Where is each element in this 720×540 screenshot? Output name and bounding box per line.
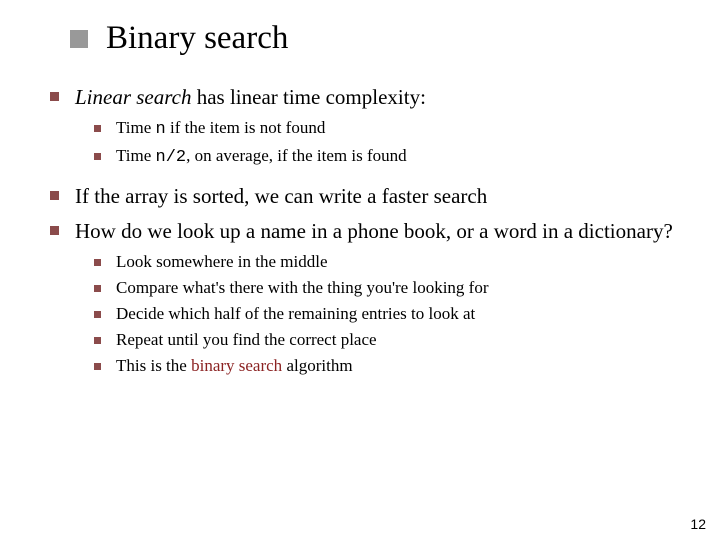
bullet-text: If the array is sorted, we can write a f… bbox=[75, 182, 680, 210]
bullet-text: How do we look up a name in a phone book… bbox=[75, 217, 680, 245]
list-item: Time n/2, on average, if the item is fou… bbox=[94, 145, 680, 170]
text: Time bbox=[116, 146, 156, 165]
sub-list: Look somewhere in the middle Compare wha… bbox=[94, 251, 680, 378]
square-bullet-icon bbox=[50, 92, 59, 101]
text: algorithm bbox=[282, 356, 352, 375]
italic-text: Linear search bbox=[75, 85, 191, 109]
slide-title-row: Binary search bbox=[70, 20, 680, 57]
bullet-text: Time n/2, on average, if the item is fou… bbox=[116, 145, 680, 170]
square-bullet-icon bbox=[94, 285, 101, 292]
square-bullet-icon bbox=[50, 226, 59, 235]
list-item: This is the binary search algorithm bbox=[94, 355, 680, 378]
bullet-text: Compare what's there with the thing you'… bbox=[116, 277, 680, 300]
bullet-text: This is the binary search algorithm bbox=[116, 355, 680, 378]
text: This is the bbox=[116, 356, 191, 375]
list-item: Repeat until you find the correct place bbox=[94, 329, 680, 352]
page-number: 12 bbox=[690, 516, 706, 532]
list-item: Compare what's there with the thing you'… bbox=[94, 277, 680, 300]
list-item: Look somewhere in the middle bbox=[94, 251, 680, 274]
list-item: Time n if the item is not found bbox=[94, 117, 680, 142]
code-text: n bbox=[156, 120, 166, 139]
square-bullet-icon bbox=[94, 311, 101, 318]
text: , on average, if the item is found bbox=[186, 146, 406, 165]
slide-title: Binary search bbox=[106, 20, 288, 57]
square-bullet-icon bbox=[94, 363, 101, 370]
sub-list: Time n if the item is not found Time n/2… bbox=[94, 117, 680, 170]
bullet-text: Decide which half of the remaining entri… bbox=[116, 303, 680, 326]
list-item: How do we look up a name in a phone book… bbox=[50, 217, 680, 245]
square-bullet-icon bbox=[50, 191, 59, 200]
text: Time bbox=[116, 118, 156, 137]
square-bullet-icon bbox=[94, 337, 101, 344]
bullet-text: Repeat until you find the correct place bbox=[116, 329, 680, 352]
square-bullet-icon bbox=[94, 153, 101, 160]
square-bullet-icon bbox=[94, 259, 101, 266]
bullet-text: Time n if the item is not found bbox=[116, 117, 680, 142]
title-bullet-icon bbox=[70, 30, 88, 48]
text: if the item is not found bbox=[166, 118, 326, 137]
square-bullet-icon bbox=[94, 125, 101, 132]
text: has linear time complexity: bbox=[191, 85, 425, 109]
highlight-text: binary search bbox=[191, 356, 282, 375]
code-text: n/2 bbox=[156, 148, 187, 167]
bullet-text: Linear search has linear time complexity… bbox=[75, 83, 680, 111]
list-item: Decide which half of the remaining entri… bbox=[94, 303, 680, 326]
list-item: If the array is sorted, we can write a f… bbox=[50, 182, 680, 210]
bullet-text: Look somewhere in the middle bbox=[116, 251, 680, 274]
list-item: Linear search has linear time complexity… bbox=[50, 83, 680, 111]
slide-content: Linear search has linear time complexity… bbox=[50, 83, 680, 378]
